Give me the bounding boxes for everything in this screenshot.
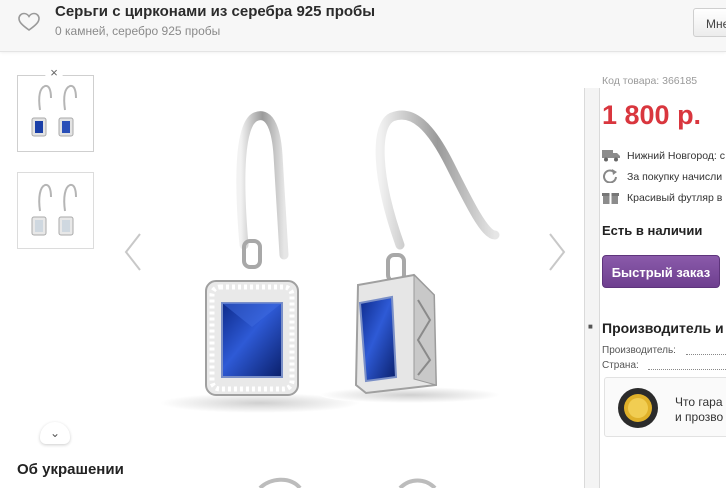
thumbnails-scroll-down-button[interactable]: ⌄	[40, 422, 70, 444]
spec-leader-dots	[686, 354, 726, 355]
spec-country: Страна:	[602, 360, 726, 371]
header-action-button[interactable]: Мне	[693, 8, 726, 37]
partial-earring-image	[258, 477, 437, 488]
panel-scrollbar[interactable]	[584, 88, 600, 488]
about-section-title: Об украшении	[17, 461, 124, 478]
page-title: Серьги с цирконами из серебра 925 пробы	[55, 3, 376, 20]
product-price: 1 800 р.	[602, 100, 702, 130]
bonus-text: За покупку начисли	[627, 171, 723, 183]
product-header: Серьги с цирконами из серебра 925 пробы …	[0, 0, 726, 52]
page-subtitle: 0 камней, серебро 925 пробы	[55, 24, 221, 38]
quick-order-button[interactable]: Быстрый заказ	[602, 255, 720, 288]
guarantee-text-line1: Что гара	[675, 395, 723, 409]
spec-country-label: Страна:	[602, 360, 639, 371]
stock-status: Есть в наличии	[602, 223, 703, 238]
guarantee-seal-icon	[618, 388, 658, 428]
guarantee-text-line2: и прозво	[675, 410, 724, 424]
spec-leader-dots	[648, 369, 726, 370]
manufacturer-section-title: Производитель и	[602, 320, 724, 336]
spec-producer-label: Производитель:	[602, 345, 676, 356]
close-icon[interactable]: ×	[45, 64, 63, 82]
truck-icon	[602, 150, 620, 162]
refresh-icon	[603, 169, 617, 183]
chevron-left-icon[interactable]	[124, 232, 142, 272]
gift-case-text: Красивый футляр в	[627, 192, 723, 204]
product-sku: Код товара: 366185	[602, 75, 698, 87]
thumbnail-1[interactable]	[17, 75, 94, 152]
spec-producer: Производитель:	[602, 345, 726, 356]
earrings-thumbnail-image	[31, 183, 77, 236]
heart-icon[interactable]	[17, 10, 41, 34]
collapse-arrow-icon[interactable]: ■	[588, 322, 593, 331]
chevron-right-icon[interactable]	[548, 232, 566, 272]
guarantee-box[interactable]: Что гара и прозво	[604, 377, 726, 437]
delivery-text: Нижний Новгород: с	[627, 150, 726, 162]
thumbnail-2[interactable]	[17, 172, 94, 249]
gift-icon	[602, 193, 619, 204]
main-product-image	[160, 110, 500, 413]
earrings-thumbnail-image	[31, 84, 77, 137]
